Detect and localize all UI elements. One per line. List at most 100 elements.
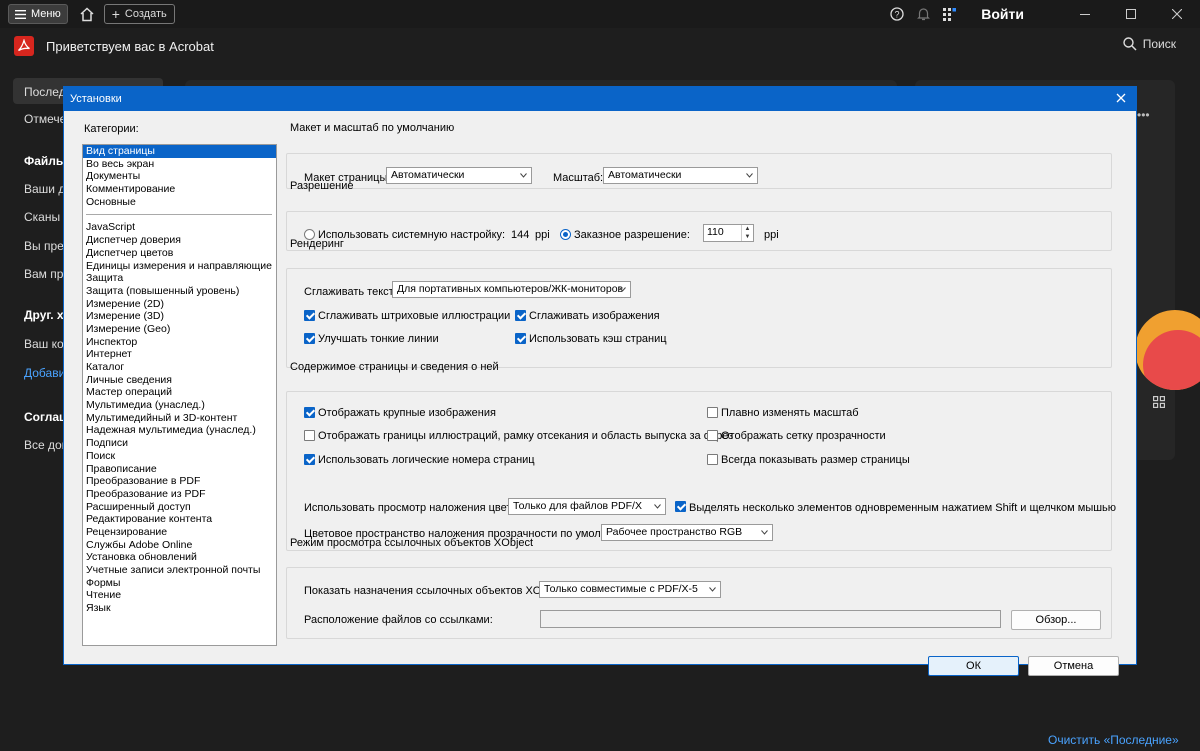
app-title: Приветствуем вас в Acrobat [46,38,214,54]
dialog-title: Установки [70,93,122,105]
categories-list[interactable]: Вид страницы Во весь экран Документы Коммен… [82,144,277,646]
resolution-stepper[interactable]: ▲ ▼ [741,225,753,241]
ok-button[interactable]: ОК [928,656,1019,676]
category-item[interactable]: Личные сведения [83,374,276,387]
custom-resolution-radio[interactable] [560,229,571,240]
overprint-select[interactable]: Только для файлов PDF/X [508,498,666,515]
dialog-title-bar: Установки [64,87,1136,111]
category-item[interactable]: Защита [83,272,276,285]
home-icon[interactable] [78,5,96,23]
category-item[interactable]: Надежная мультимедиа (унаслед.) [83,424,276,437]
page-layout-select[interactable]: Автоматически [386,167,532,184]
sidebar-add-storage-link[interactable]: Добави [24,366,65,380]
page-cache-checkbox[interactable] [515,333,526,344]
menu-button[interactable]: Меню [8,4,68,24]
clear-recent-link[interactable]: Очистить «Последние» [1048,733,1179,747]
smooth-zoom-checkbox[interactable] [707,407,718,418]
blend-space-select[interactable]: Рабочее пространство RGB [601,524,773,541]
category-item[interactable]: Защита (повышенный уровень) [83,285,276,298]
category-item[interactable]: Мультимедийный и 3D-контент [83,412,276,425]
hamburger-icon [15,9,26,19]
page-layout-value: Автоматически [391,169,465,181]
smooth-text-select[interactable]: Для портативных компьютеров/ЖК-мониторов [392,281,631,298]
browse-button[interactable]: Обзор... [1011,610,1101,630]
custom-resolution-input[interactable]: 110 ▲ ▼ [703,224,754,242]
custom-resolution-value: 110 [707,226,724,238]
category-item[interactable]: Подписи [83,437,276,450]
category-item[interactable]: Основные [83,196,276,209]
category-item[interactable]: Вид страницы [83,145,276,158]
apps-grid-icon[interactable] [941,6,957,22]
art-boxes-checkbox[interactable] [304,430,315,441]
zoom-select[interactable]: Автоматически [603,167,758,184]
maximize-icon[interactable] [1108,0,1154,28]
category-item[interactable]: Рецензирование [83,526,276,539]
dialog-close-icon[interactable] [1114,91,1128,105]
logical-page-numbers-label: Использовать логические номера страниц [318,454,535,466]
grid-view-icon[interactable] [1153,396,1165,408]
xobject-targets-label: Показать назначения ссылочных объектов X… [304,585,568,597]
category-item[interactable]: Каталог [83,361,276,374]
sidebar-item-your-files[interactable]: Ваши д [24,182,65,196]
bell-icon[interactable] [915,6,931,22]
category-item[interactable]: JavaScript [83,221,276,234]
category-item[interactable]: Учетные записи электронной почты [83,564,276,577]
category-item[interactable]: Диспетчер цветов [83,247,276,260]
sidebar-item-all-agreements[interactable]: Все док [24,438,67,452]
category-item[interactable]: Преобразование из PDF [83,488,276,501]
categories-separator [86,214,272,216]
enhance-thin-lines-checkbox[interactable] [304,333,315,344]
category-item[interactable]: Измерение (Geo) [83,323,276,336]
smooth-zoom-label: Плавно изменять масштаб [721,407,859,419]
sidebar-heading-files: Файлы [24,154,67,168]
category-item[interactable]: Расширенный доступ [83,501,276,514]
category-item[interactable]: Комментирование [83,183,276,196]
more-options-icon[interactable]: ••• [1137,108,1150,122]
category-item[interactable]: Установка обновлений [83,551,276,564]
svg-text:?: ? [895,10,900,20]
smooth-images-checkbox[interactable] [515,310,526,321]
category-item[interactable]: Во весь экран [83,158,276,171]
minimize-icon[interactable] [1062,0,1108,28]
category-item[interactable]: Службы Adobe Online [83,539,276,552]
page-size-label: Всегда показывать размер страницы [721,454,910,466]
category-item[interactable]: Преобразование в PDF [83,475,276,488]
category-item[interactable]: Чтение [83,589,276,602]
section-resolution: Разрешение [290,180,354,192]
category-item[interactable]: Диспетчер доверия [83,234,276,247]
smooth-line-art-checkbox[interactable] [304,310,315,321]
category-item[interactable]: Единицы измерения и направляющие [83,260,276,273]
sidebar-item-scans[interactable]: Сканы [24,210,60,224]
help-icon[interactable]: ? [889,6,905,22]
logical-page-numbers-checkbox[interactable] [304,454,315,465]
transparency-grid-checkbox[interactable] [707,430,718,441]
shift-select-label: Выделять несколько элементов одновременн… [689,502,1117,514]
transparency-grid-label: Отображать сетку прозрачности [721,430,886,442]
search-button[interactable]: Поиск [1123,37,1176,51]
shift-select-checkbox[interactable] [675,501,686,512]
page-size-checkbox[interactable] [707,454,718,465]
category-item[interactable]: Мастер операций [83,386,276,399]
category-item[interactable]: Язык [83,602,276,615]
category-item[interactable]: Редактирование контента [83,513,276,526]
close-window-icon[interactable] [1154,0,1200,28]
overprint-value: Только для файлов PDF/X [513,500,642,512]
category-item[interactable]: Измерение (3D) [83,310,276,323]
category-item[interactable]: Документы [83,170,276,183]
create-button[interactable]: + Создать [103,4,175,24]
cancel-button[interactable]: Отмена [1028,656,1119,676]
category-item[interactable]: Инспектор [83,336,276,349]
linked-files-location-input[interactable] [540,610,1001,628]
xobject-targets-select[interactable]: Только совместимые с PDF/X-5 [539,581,721,598]
overprint-label: Использовать просмотр наложения цветов: [304,502,527,514]
category-item[interactable]: Правописание [83,463,276,476]
large-images-checkbox[interactable] [304,407,315,418]
category-item[interactable]: Интернет [83,348,276,361]
category-item[interactable]: Поиск [83,450,276,463]
category-item[interactable]: Формы [83,577,276,590]
category-item[interactable]: Мультимедиа (унаслед.) [83,399,276,412]
chevron-down-icon [619,287,626,292]
category-item[interactable]: Измерение (2D) [83,298,276,311]
login-button[interactable]: Войти [981,6,1024,22]
xobject-targets-value: Только совместимые с PDF/X-5 [544,583,698,595]
